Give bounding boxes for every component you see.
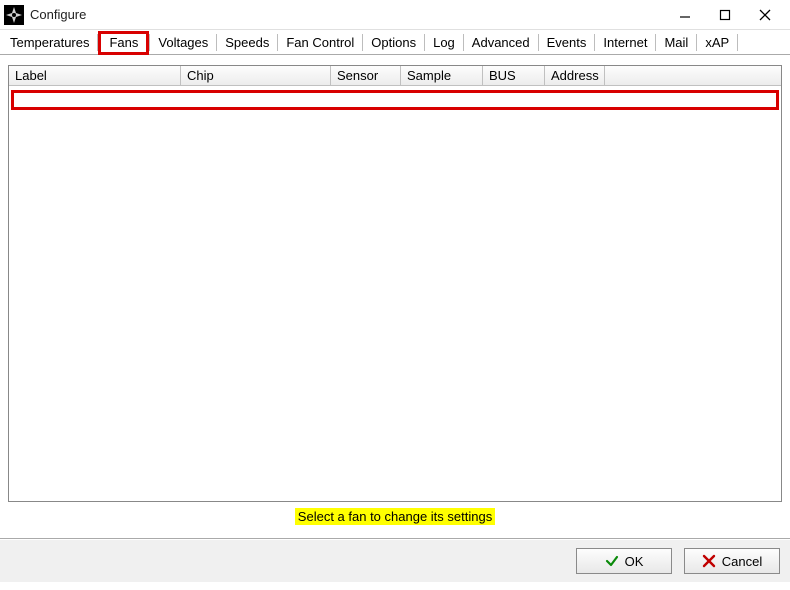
- hint-bar: Select a fan to change its settings: [8, 508, 782, 528]
- tab-voltages[interactable]: Voltages: [150, 32, 216, 54]
- tab-temperatures[interactable]: Temperatures: [2, 32, 97, 54]
- tab-advanced[interactable]: Advanced: [464, 32, 538, 54]
- selected-row-highlight: [11, 90, 779, 110]
- footer: OK Cancel: [0, 540, 790, 582]
- column-header-chip[interactable]: Chip: [181, 66, 331, 85]
- fan-table[interactable]: Label Chip Sensor Sample BUS Address: [8, 65, 782, 502]
- check-icon: [605, 554, 619, 568]
- content-area: Label Chip Sensor Sample BUS Address Sel…: [0, 55, 790, 534]
- tab-divider: [737, 34, 738, 51]
- tab-fans[interactable]: Fans: [98, 31, 149, 55]
- ok-button[interactable]: OK: [576, 548, 672, 574]
- window-title: Configure: [30, 7, 674, 22]
- table-header-row: Label Chip Sensor Sample BUS Address: [9, 66, 781, 86]
- tab-fan-control[interactable]: Fan Control: [278, 32, 362, 54]
- titlebar: Configure: [0, 0, 790, 30]
- tab-xap[interactable]: xAP: [697, 32, 737, 54]
- column-header-sample[interactable]: Sample: [401, 66, 483, 85]
- hint-text: Select a fan to change its settings: [295, 508, 495, 525]
- close-button[interactable]: [754, 4, 776, 26]
- column-header-bus[interactable]: BUS: [483, 66, 545, 85]
- tab-internet[interactable]: Internet: [595, 32, 655, 54]
- window-controls: [674, 4, 788, 26]
- close-icon: [702, 554, 716, 568]
- tab-options[interactable]: Options: [363, 32, 424, 54]
- column-header-sensor[interactable]: Sensor: [331, 66, 401, 85]
- cancel-button[interactable]: Cancel: [684, 548, 780, 574]
- tab-speeds[interactable]: Speeds: [217, 32, 277, 54]
- app-icon: [4, 5, 24, 25]
- tab-events[interactable]: Events: [539, 32, 595, 54]
- column-header-address[interactable]: Address: [545, 66, 605, 85]
- column-header-label[interactable]: Label: [9, 66, 181, 85]
- tab-log[interactable]: Log: [425, 32, 463, 54]
- cancel-button-label: Cancel: [722, 554, 762, 569]
- maximize-button[interactable]: [714, 4, 736, 26]
- tab-mail[interactable]: Mail: [656, 32, 696, 54]
- tabstrip: Temperatures Fans Voltages Speeds Fan Co…: [0, 30, 790, 55]
- minimize-button[interactable]: [674, 4, 696, 26]
- ok-button-label: OK: [625, 554, 644, 569]
